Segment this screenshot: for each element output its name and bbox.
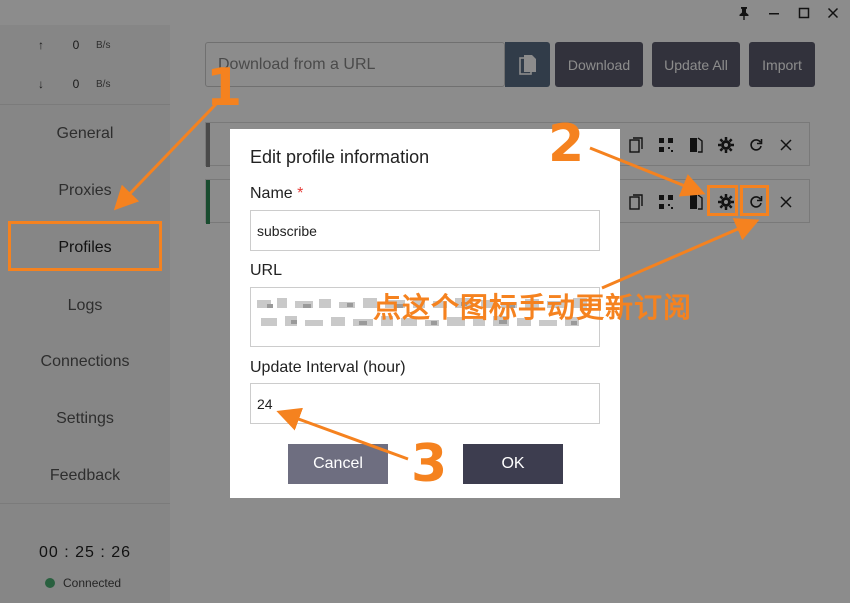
name-label: Name * (250, 185, 303, 203)
highlight-profiles (8, 221, 162, 271)
dialog-title: Edit profile information (250, 147, 430, 167)
step-2-label: 2 (548, 114, 585, 174)
cancel-button[interactable]: Cancel (288, 444, 388, 484)
highlight-refresh (740, 185, 769, 216)
name-field[interactable]: subscribe (250, 210, 600, 251)
interval-label: Update Interval (hour) (250, 359, 406, 376)
interval-field[interactable]: 24 (250, 383, 600, 424)
highlight-gear (707, 185, 738, 216)
required-mark: * (297, 185, 304, 202)
ok-button[interactable]: OK (463, 444, 563, 484)
name-label-text: Name (250, 185, 293, 202)
step-3-label: 3 (411, 434, 448, 494)
step-1-label: 1 (206, 58, 243, 118)
annotation-note: 点这个图标手动更新订阅 (373, 292, 693, 323)
url-label: URL (250, 262, 283, 279)
